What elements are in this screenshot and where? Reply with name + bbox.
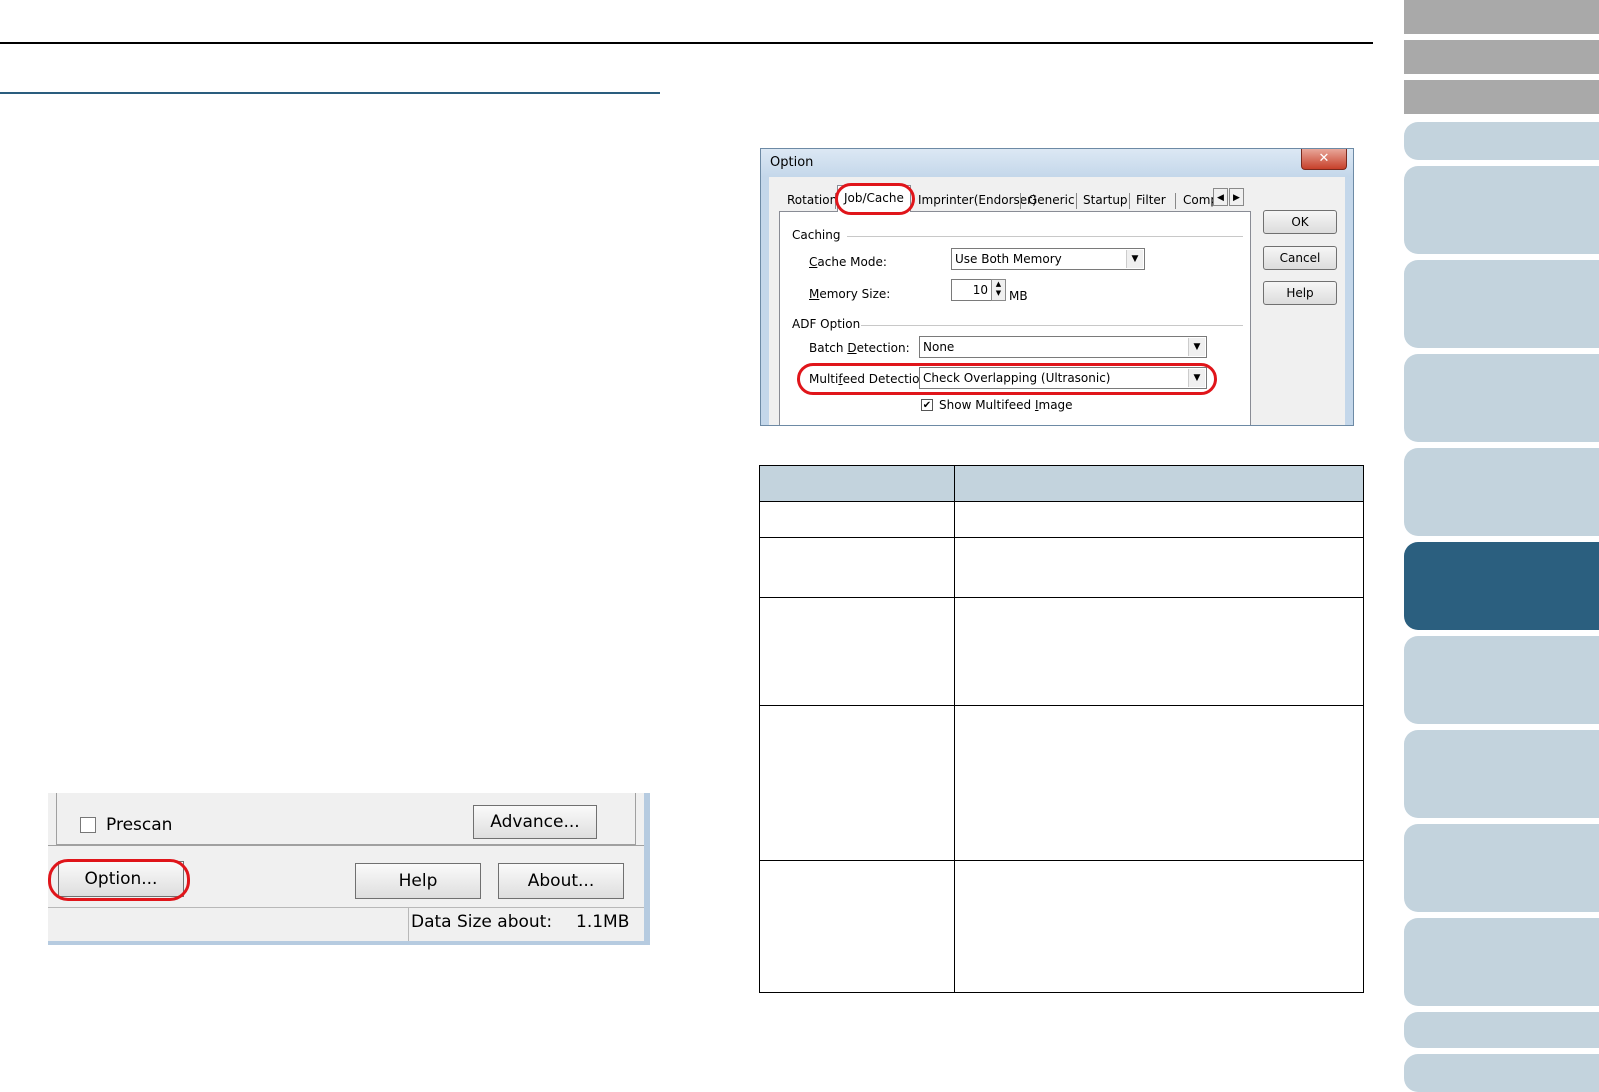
sidebar-chapter-tab[interactable] — [1404, 824, 1599, 912]
tab-separator — [1076, 193, 1077, 209]
memory-size-unit: MB — [1009, 289, 1028, 303]
window-frame-bottom — [48, 941, 650, 945]
tab-comp[interactable]: Comp — [1183, 189, 1215, 211]
tab-imprinter[interactable]: Imprinter(Endorser) — [918, 189, 1037, 211]
batch-detection-select[interactable]: None ▼ — [919, 336, 1207, 358]
help-button-scan[interactable]: Help — [355, 863, 481, 899]
dialog-title: Option — [770, 155, 814, 170]
memory-size-label: Memory Size: — [809, 287, 891, 301]
tab-scroll-left-button[interactable]: ◀ — [1213, 188, 1228, 206]
tab-separator — [1020, 193, 1021, 209]
data-size-label: Data Size about: — [411, 912, 553, 932]
sidebar-chapter-tab[interactable] — [1404, 448, 1599, 536]
tab-rotation[interactable]: Rotation — [787, 189, 837, 211]
tab-generic[interactable]: Generic — [1028, 189, 1075, 211]
prescan-checkbox[interactable] — [80, 817, 96, 833]
adf-option-group-label: ADF Option — [792, 317, 861, 331]
memory-size-value: 10 — [972, 283, 988, 297]
table-row-divider — [760, 860, 1363, 861]
tab-filter[interactable]: Filter — [1136, 189, 1166, 211]
highlight-circle-job-cache — [835, 183, 915, 215]
memory-size-spinner[interactable]: ▲ ▼ — [991, 279, 1006, 301]
sidebar-top-tab-3[interactable] — [1404, 80, 1599, 114]
ok-button[interactable]: OK — [1263, 210, 1337, 234]
show-multifeed-checkbox[interactable]: ✔ — [921, 399, 933, 411]
cancel-button[interactable]: Cancel — [1263, 246, 1337, 270]
sidebar-chapter-tab[interactable] — [1404, 122, 1599, 160]
sidebar-top-tab-1[interactable] — [1404, 0, 1599, 34]
option-dialog: Option ✕ Rotation Job/Cache Imprinter(En… — [760, 148, 1354, 426]
table-column-divider — [954, 466, 955, 992]
sidebar-chapter-tab[interactable] — [1404, 918, 1599, 1006]
sidebar-chapter-tab[interactable] — [1404, 730, 1599, 818]
sidebar-chapter-tab[interactable] — [1404, 636, 1599, 724]
caching-group-line — [847, 236, 1243, 237]
settings-table — [759, 465, 1364, 993]
section-rule — [0, 92, 660, 94]
table-row-divider — [760, 705, 1363, 706]
status-separator — [408, 907, 409, 941]
status-divider — [48, 907, 644, 908]
scan-dialog-fragment: Prescan Advance... Option... Help About.… — [48, 793, 650, 945]
sidebar-chapter-tab[interactable] — [1404, 166, 1599, 254]
memory-size-field[interactable]: 10 — [951, 279, 993, 301]
batch-detection-label: Batch Detection: — [809, 341, 910, 355]
about-button[interactable]: About... — [498, 863, 624, 899]
table-row-divider — [760, 537, 1363, 538]
cache-mode-label: Cache Mode: — [809, 255, 887, 269]
dialog-titlebar: Option ✕ — [761, 149, 1353, 177]
caching-group-label: Caching — [792, 228, 841, 242]
prescan-label: Prescan — [106, 815, 173, 835]
sidebar-top-tab-2[interactable] — [1404, 40, 1599, 74]
chevron-right-icon: ▶ — [1233, 193, 1240, 203]
sidebar-chapter-tab-active[interactable] — [1404, 542, 1599, 630]
highlight-circle-option — [48, 859, 190, 901]
table-header — [760, 466, 1363, 502]
chevron-left-icon: ◀ — [1217, 193, 1224, 203]
batch-detection-value: None — [923, 340, 955, 354]
tab-separator — [1129, 193, 1130, 209]
header-rule — [0, 42, 1373, 44]
help-button[interactable]: Help — [1263, 281, 1337, 305]
sidebar-chapter-tab[interactable] — [1404, 354, 1599, 442]
window-frame-edge — [644, 793, 650, 945]
show-multifeed-label: Show Multifeed Image — [939, 398, 1073, 412]
close-button[interactable]: ✕ — [1301, 149, 1347, 170]
sidebar-chapter-tab[interactable] — [1404, 260, 1599, 348]
advance-button[interactable]: Advance... — [473, 805, 597, 839]
divider — [48, 845, 644, 846]
table-row-divider — [760, 597, 1363, 598]
chevron-down-icon: ▼ — [1188, 338, 1205, 356]
data-size-value: 1.1MB — [576, 912, 630, 932]
close-icon: ✕ — [1318, 151, 1330, 166]
sidebar-chapter-tab[interactable] — [1404, 1012, 1599, 1048]
highlight-circle-multifeed — [797, 363, 1217, 395]
dialog-frame-left — [761, 177, 769, 425]
table-row-divider — [760, 501, 1363, 502]
cache-mode-value: Use Both Memory — [955, 252, 1062, 266]
adf-group-line — [861, 325, 1243, 326]
sidebar-chapter-tab[interactable] — [1404, 1054, 1599, 1092]
tab-startup[interactable]: Startup — [1083, 189, 1128, 211]
dialog-frame-right — [1345, 177, 1353, 425]
chevron-down-icon: ▼ — [1126, 250, 1143, 268]
tab-separator — [1175, 193, 1176, 209]
tab-scroll-right-button[interactable]: ▶ — [1229, 188, 1244, 206]
cache-mode-select[interactable]: Use Both Memory ▼ — [951, 248, 1145, 270]
